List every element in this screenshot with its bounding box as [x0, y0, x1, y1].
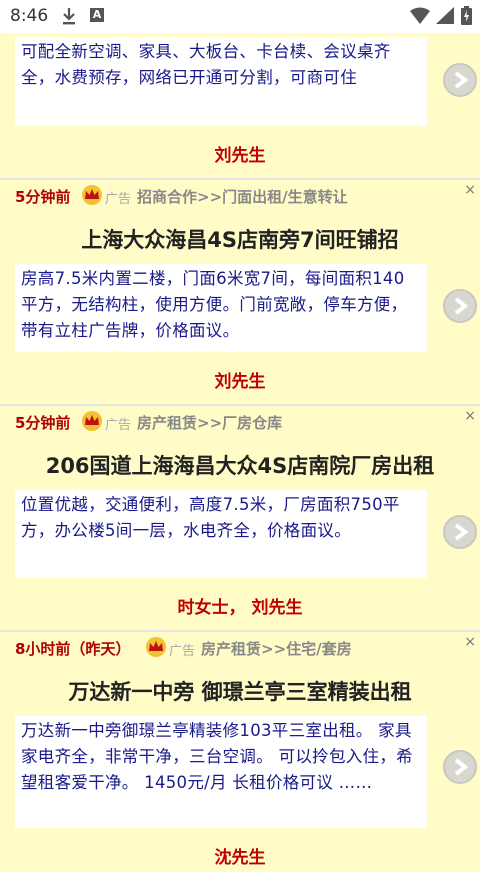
listing-category[interactable]: 房产租赁>>厂房仓库	[137, 412, 282, 433]
listing-contact[interactable]: 时女士， 刘先生	[0, 593, 480, 618]
listing-card[interactable]: 可配全新空调、家具、大板台、卡台椟、会议桌齐全，水费预存，网络已开通可分割，可商…	[0, 33, 480, 180]
listing-card[interactable]: 8小时前（昨天） 广告 房产租赁>>住宅/套房 × 万达新一中旁 御璟兰亭三室精…	[0, 632, 480, 872]
wifi-icon	[410, 7, 430, 28]
ad-label: 广告	[105, 192, 132, 207]
status-time: 8:46	[10, 6, 49, 26]
listing-title[interactable]: 上海大众海昌4S店南旁7间旺铺招	[0, 224, 480, 254]
chevron-right-icon[interactable]	[443, 750, 477, 784]
listing-card[interactable]: 5分钟前 广告 房产租赁>>厂房仓库 × 206国道上海海昌大众4S店南院厂房出…	[0, 406, 480, 632]
battery-icon	[461, 6, 472, 29]
listing-time: 8小时前（昨天）	[15, 640, 131, 658]
chevron-right-icon[interactable]	[443, 289, 477, 323]
listing-category[interactable]: 招商合作>>门面出租/生意转让	[137, 186, 348, 207]
listing-feed[interactable]: 可配全新空调、家具、大板台、卡台椟、会议桌齐全，水费预存，网络已开通可分割，可商…	[0, 33, 480, 872]
app-notification-icon: A	[90, 8, 104, 22]
ad-label: 广告	[169, 644, 196, 659]
download-icon	[62, 8, 76, 29]
crown-icon	[81, 184, 103, 210]
ad-label: 广告	[105, 418, 132, 433]
listing-title[interactable]: 206国道上海海昌大众4S店南院厂房出租	[0, 450, 480, 480]
listing-contact[interactable]: 刘先生	[0, 141, 480, 166]
status-bar: 8:46 A	[0, 0, 480, 33]
listing-contact[interactable]: 沈先生	[0, 843, 480, 868]
listing-time: 5分钟前	[15, 414, 71, 432]
close-icon[interactable]: ×	[464, 182, 476, 198]
crown-icon	[81, 410, 103, 436]
listing-description: 万达新一中旁御璟兰亭精装修103平三室出租。 家具家电齐全，非常干净，三台空调。…	[15, 716, 427, 828]
chevron-right-icon[interactable]	[443, 63, 477, 97]
chevron-right-icon[interactable]	[443, 515, 477, 549]
listing-description: 房高7.5米内置二楼，门面6米宽7间，每间面积140平方，无结构柱，使用方便。门…	[15, 264, 427, 352]
close-icon[interactable]: ×	[464, 408, 476, 424]
listing-description: 位置优越，交通便利，高度7.5米，厂房面积750平方，办公楼5间一层，水电齐全，…	[15, 490, 427, 578]
listing-card[interactable]: 5分钟前 广告 招商合作>>门面出租/生意转让 × 上海大众海昌4S店南旁7间旺…	[0, 180, 480, 406]
crown-icon	[145, 636, 167, 662]
listing-time: 5分钟前	[15, 188, 71, 206]
listing-contact[interactable]: 刘先生	[0, 367, 480, 392]
close-icon[interactable]: ×	[464, 634, 476, 650]
cell-signal-icon	[436, 7, 454, 28]
listing-description: 可配全新空调、家具、大板台、卡台椟、会议桌齐全，水费预存，网络已开通可分割，可商…	[15, 37, 427, 126]
listing-category[interactable]: 房产租赁>>住宅/套房	[201, 638, 352, 659]
listing-title[interactable]: 万达新一中旁 御璟兰亭三室精装出租	[0, 676, 480, 706]
